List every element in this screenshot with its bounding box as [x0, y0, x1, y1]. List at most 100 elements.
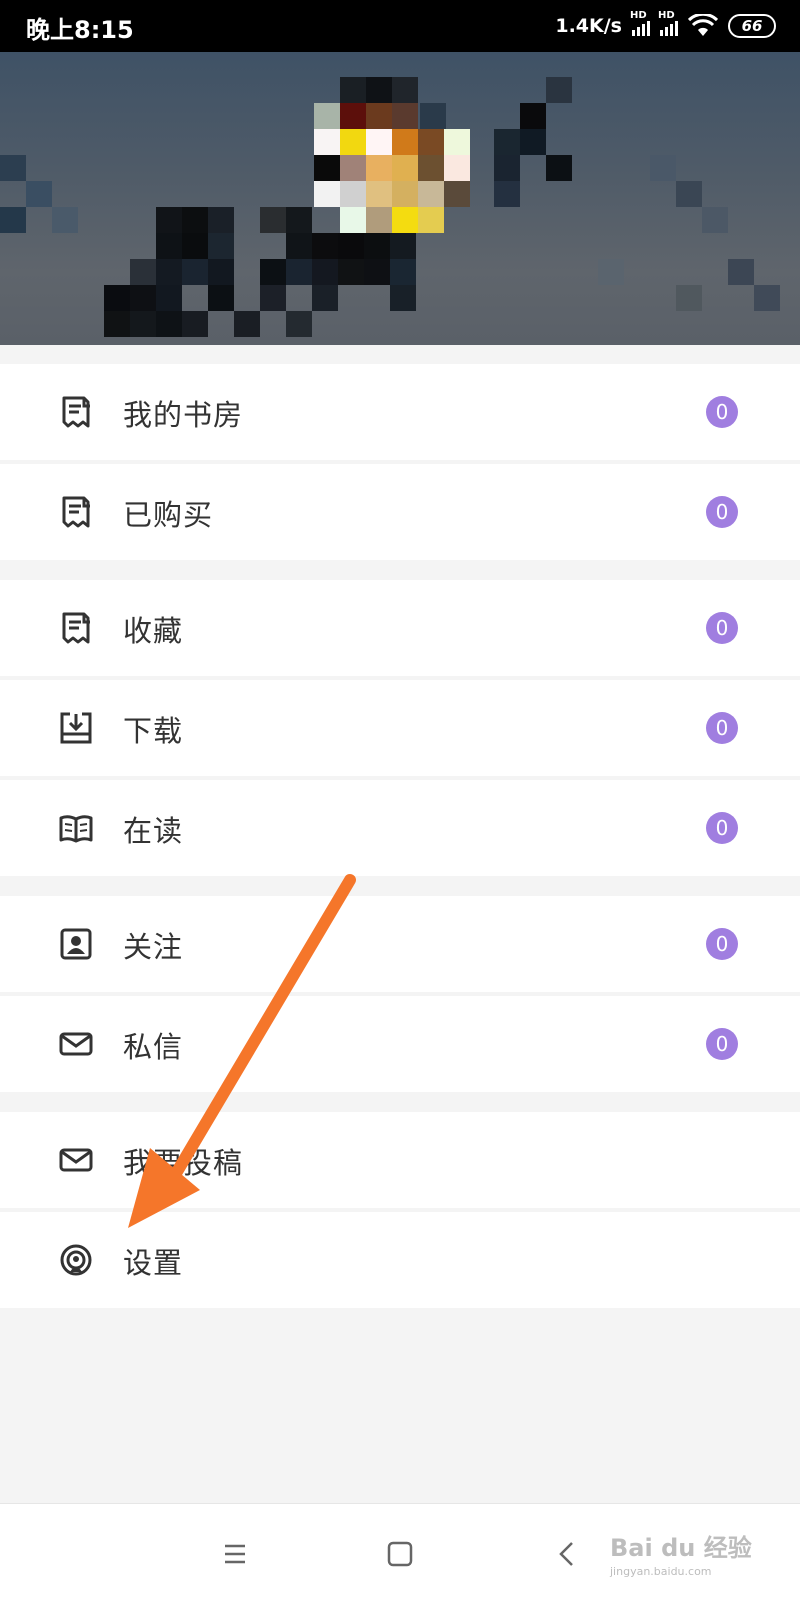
mosaic-tile [420, 103, 446, 129]
mosaic-tile [182, 233, 208, 259]
mosaic-tile [444, 181, 470, 207]
mosaic-tile [366, 129, 392, 155]
mosaic-tile [340, 207, 366, 233]
mosaic-tile [286, 311, 312, 337]
mosaic-tile [340, 181, 366, 207]
mosaic-tile [392, 181, 418, 207]
menu-item-label: 收藏 [123, 614, 184, 648]
mosaic-tile [208, 207, 234, 233]
signal-icon: HD [630, 10, 650, 36]
mosaic-tile [312, 233, 338, 259]
menu-item-messages[interactable]: 私信 0 [0, 996, 800, 1092]
menu-item-following[interactable]: 关注 0 [0, 896, 800, 992]
menu-item-submit[interactable]: 我要投稿 [0, 1112, 800, 1208]
mosaic-tile [364, 259, 390, 285]
mosaic-tile [444, 155, 470, 181]
menu-item-reading[interactable]: 在读 0 [0, 780, 800, 876]
back-icon[interactable] [548, 1534, 588, 1574]
mosaic-tile [390, 259, 416, 285]
mosaic-tile [104, 311, 130, 337]
count-badge: 0 [706, 812, 738, 844]
mosaic-tile [390, 285, 416, 311]
download-icon [60, 712, 92, 744]
mosaic-tile [156, 311, 182, 337]
contact-icon [60, 928, 92, 960]
mosaic-tile [728, 259, 754, 285]
mosaic-tile [366, 207, 392, 233]
menu-item-favorites[interactable]: 收藏 0 [0, 580, 800, 676]
count-badge: 0 [706, 396, 738, 428]
count-badge: 0 [706, 612, 738, 644]
mosaic-tile [52, 207, 78, 233]
mosaic-tile [0, 207, 26, 233]
mosaic-tile [546, 155, 572, 181]
status-bar: 晚上8:15 1.4K/s HD HD 66 [0, 0, 800, 52]
mosaic-tile [390, 233, 416, 259]
mosaic-tile [444, 129, 470, 155]
book-icon [59, 815, 93, 843]
menu-item-study[interactable]: 我的书房 0 [0, 364, 800, 460]
mosaic-tile [286, 259, 312, 285]
battery-indicator: 66 [728, 14, 776, 38]
mosaic-tile [702, 207, 728, 233]
menu-item-download[interactable]: 下载 0 [0, 680, 800, 776]
mosaic-tile [130, 285, 156, 311]
mail-icon [59, 1148, 93, 1172]
mosaic-tile [418, 129, 444, 155]
menu-item-purchased[interactable]: 已购买 0 [0, 464, 800, 560]
mosaic-tile [286, 207, 312, 233]
menu-item-label: 关注 [123, 930, 184, 964]
mosaic-tile [208, 259, 234, 285]
mosaic-tile [366, 181, 392, 207]
receipt-icon [62, 612, 90, 644]
profile-header-banner [0, 52, 800, 345]
count-badge: 0 [706, 928, 738, 960]
status-time: 晚上8:15 [26, 16, 134, 44]
mosaic-tile [26, 181, 52, 207]
mosaic-tile [260, 259, 286, 285]
menu-item-label: 我的书房 [123, 398, 244, 432]
menu-item-label: 下载 [123, 714, 184, 748]
mosaic-tile [392, 77, 418, 103]
mosaic-tile [598, 259, 624, 285]
pixelated-avatar-image [0, 52, 800, 345]
mosaic-tile [676, 181, 702, 207]
mosaic-tile [182, 311, 208, 337]
mosaic-tile [340, 103, 366, 129]
mosaic-tile [156, 233, 182, 259]
mosaic-tile [392, 129, 418, 155]
home-icon[interactable] [380, 1534, 420, 1574]
count-badge: 0 [706, 712, 738, 744]
mosaic-tile [676, 285, 702, 311]
menu-item-settings[interactable]: 设置 [0, 1212, 800, 1308]
menu-icon[interactable] [215, 1534, 255, 1574]
mosaic-tile [314, 103, 340, 129]
count-badge: 0 [706, 1028, 738, 1060]
mosaic-tile [494, 129, 520, 155]
menu-item-label: 设置 [123, 1246, 184, 1280]
mosaic-tile [418, 181, 444, 207]
mosaic-tile [520, 129, 546, 155]
mosaic-tile [366, 155, 392, 181]
mosaic-tile [520, 103, 546, 129]
mosaic-tile [340, 129, 366, 155]
settings-icon [60, 1244, 92, 1276]
mosaic-tile [546, 77, 572, 103]
mosaic-tile [260, 207, 286, 233]
menu-item-label: 在读 [123, 814, 184, 848]
menu-item-label: 私信 [123, 1030, 184, 1064]
mosaic-tile [418, 155, 444, 181]
mosaic-tile [182, 207, 208, 233]
receipt-icon [62, 496, 90, 528]
mosaic-tile [208, 285, 234, 311]
menu-item-label: 已购买 [123, 498, 214, 532]
signal-icon: HD [658, 10, 678, 36]
menu-item-label: 我要投稿 [123, 1146, 244, 1180]
network-speed: 1.4K/s [555, 15, 622, 37]
mosaic-tile [130, 259, 156, 285]
mosaic-tile [182, 259, 208, 285]
mosaic-tile [156, 285, 182, 311]
mosaic-tile [364, 233, 390, 259]
system-navigation-bar: Bai du 经验 jingyan.baidu.com [0, 1503, 800, 1600]
receipt-icon [62, 396, 90, 428]
